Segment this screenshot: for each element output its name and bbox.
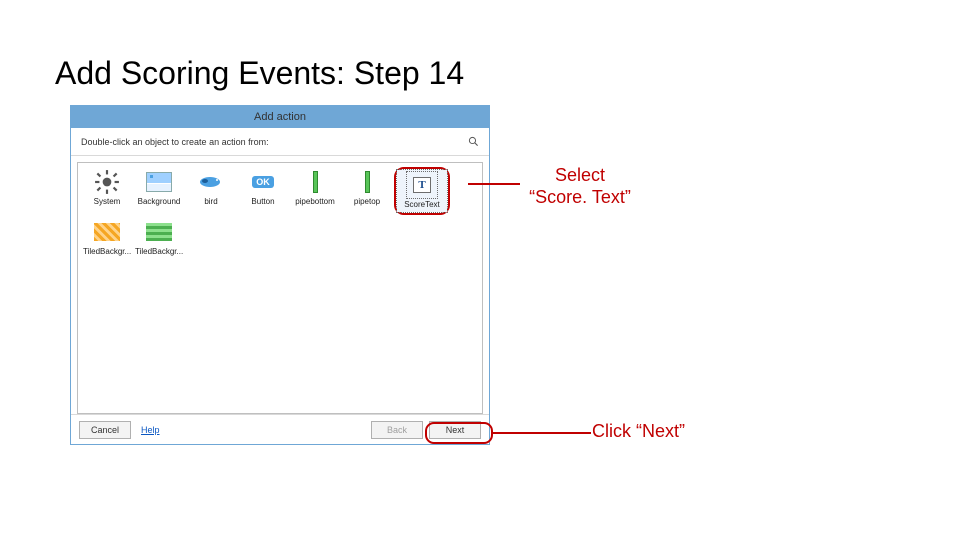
object-label: TiledBackgr...: [135, 247, 183, 256]
object-tiledbg-2[interactable]: TiledBackgr...: [134, 217, 184, 259]
object-bird[interactable]: bird: [186, 167, 236, 215]
object-row-1: System Background bird OK Button pipebot…: [82, 167, 478, 215]
object-label: System: [94, 197, 121, 206]
instruction-row: Double-click an object to create an acti…: [71, 128, 489, 156]
next-button[interactable]: Next: [429, 421, 481, 439]
object-label: Background: [138, 197, 181, 206]
dialog-button-row: Cancel Help Back Next: [71, 414, 489, 444]
bird-icon: [198, 174, 224, 190]
search-icon: [468, 136, 479, 147]
object-label: pipebottom: [295, 197, 335, 206]
cancel-button[interactable]: Cancel: [79, 421, 131, 439]
object-label: ScoreText: [404, 200, 440, 209]
object-panel: System Background bird OK Button pipebot…: [77, 162, 483, 414]
annotation-next: Click “Next”: [592, 421, 685, 443]
object-pipetop[interactable]: pipetop: [342, 167, 392, 215]
object-label: Button: [251, 197, 274, 206]
object-label: TiledBackgr...: [83, 247, 131, 256]
object-row-2: TiledBackgr... TiledBackgr...: [82, 217, 478, 259]
text-icon: T: [413, 177, 431, 193]
dialog-titlebar[interactable]: Add action: [71, 106, 489, 128]
dialog-title: Add action: [254, 111, 306, 123]
instruction-text: Double-click an object to create an acti…: [81, 137, 451, 147]
highlight-scoretext: T ScoreText: [394, 167, 450, 215]
object-label: pipetop: [354, 197, 380, 206]
tile-icon: [146, 223, 172, 241]
object-area: System Background bird OK Button pipebot…: [71, 156, 489, 414]
annotation-line: “Score. Text”: [520, 187, 640, 209]
object-background[interactable]: Background: [134, 167, 184, 215]
help-link[interactable]: Help: [141, 425, 160, 435]
gear-icon: [94, 169, 120, 195]
pipe-icon: [313, 171, 318, 193]
slide-title: Add Scoring Events: Step 14: [55, 55, 464, 92]
object-tiledbg-1[interactable]: TiledBackgr...: [82, 217, 132, 259]
search-button[interactable]: [451, 134, 479, 150]
pipe-icon: [365, 171, 370, 193]
background-icon: [146, 172, 172, 192]
object-scoretext[interactable]: T ScoreText: [397, 170, 447, 212]
tile-icon: [94, 223, 120, 241]
annotation-scoretext: Select “Score. Text”: [520, 165, 640, 208]
ok-icon: OK: [252, 176, 274, 188]
connector-next: [493, 432, 591, 434]
back-button: Back: [371, 421, 423, 439]
object-label: bird: [204, 197, 217, 206]
object-system[interactable]: System: [82, 167, 132, 215]
object-button[interactable]: OK Button: [238, 167, 288, 215]
object-pipebottom[interactable]: pipebottom: [290, 167, 340, 215]
add-action-dialog: Add action Double-click an object to cre…: [70, 105, 490, 445]
annotation-line: Select: [520, 165, 640, 187]
